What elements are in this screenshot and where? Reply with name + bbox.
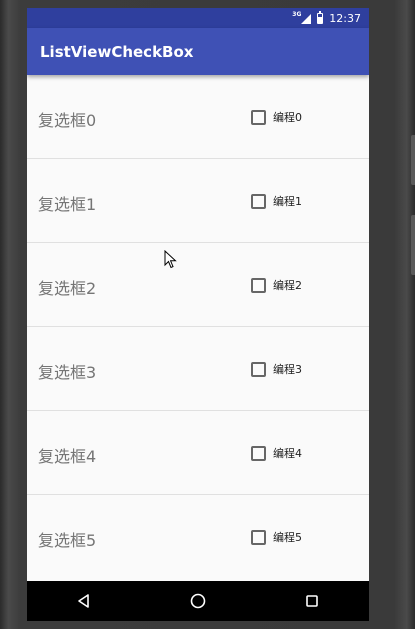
checkbox-label[interactable]: 编程1 (273, 193, 302, 209)
checkbox-box[interactable] (251, 445, 266, 461)
item-label: 复选框3 (38, 363, 97, 382)
checkbox-list[interactable]: 复选框0 编程0 复选框1 编程1 复选框2 编程2 复选框3 编程3 复选框4… (27, 75, 369, 581)
home-button[interactable] (183, 586, 213, 616)
mouse-cursor-icon (164, 250, 177, 269)
checkbox-box[interactable] (251, 529, 266, 545)
back-button[interactable] (69, 586, 99, 616)
checkbox-box[interactable] (251, 277, 266, 293)
battery-icon (317, 10, 324, 24)
item-label: 复选框4 (38, 447, 97, 466)
checkbox-label[interactable]: 编程5 (273, 529, 302, 545)
item-label: 复选框5 (38, 531, 97, 550)
navigation-bar (27, 581, 369, 621)
checkbox-label[interactable]: 编程4 (273, 445, 302, 461)
item-label: 复选框0 (38, 111, 97, 130)
status-time: 12:37 (329, 11, 361, 25)
checkbox-label[interactable]: 编程0 (273, 109, 302, 125)
item-label: 复选框1 (38, 195, 97, 214)
recents-button[interactable] (297, 586, 327, 616)
checkbox[interactable]: 编程4 (251, 445, 302, 461)
checkbox-box[interactable] (251, 361, 266, 377)
back-triangle-icon (78, 594, 89, 608)
recents-square-icon (306, 595, 318, 607)
checkbox[interactable]: 编程2 (251, 277, 302, 293)
home-circle-icon (190, 593, 206, 609)
list-item[interactable]: 复选框5 编程5 (27, 495, 369, 579)
signal-icon: 3G (292, 11, 312, 24)
list-item[interactable]: 复选框0 编程0 (27, 75, 369, 159)
phone-screen: 3G 12:37 ListViewCheckBox 复选框0 编程0 复选框1 … (27, 8, 369, 621)
volume-button[interactable] (411, 135, 415, 185)
checkbox-label[interactable]: 编程2 (273, 277, 302, 293)
list-item[interactable]: 复选框3 编程3 (27, 327, 369, 411)
checkbox-box[interactable] (251, 193, 266, 209)
list-item[interactable]: 复选框4 编程4 (27, 411, 369, 495)
network-type-label: 3G (292, 10, 302, 18)
app-title: ListViewCheckBox (40, 42, 194, 61)
checkbox[interactable]: 编程1 (251, 193, 302, 209)
checkbox[interactable]: 编程5 (251, 529, 302, 545)
power-button[interactable] (411, 215, 415, 275)
app-bar: ListViewCheckBox (27, 28, 369, 75)
checkbox[interactable]: 编程0 (251, 109, 302, 125)
list-item[interactable]: 复选框1 编程1 (27, 159, 369, 243)
checkbox-label[interactable]: 编程3 (273, 361, 302, 377)
status-bar: 3G 12:37 (27, 8, 369, 28)
item-label: 复选框2 (38, 279, 97, 298)
list-item[interactable]: 复选框2 编程2 (27, 243, 369, 327)
checkbox-box[interactable] (251, 109, 266, 125)
checkbox[interactable]: 编程3 (251, 361, 302, 377)
